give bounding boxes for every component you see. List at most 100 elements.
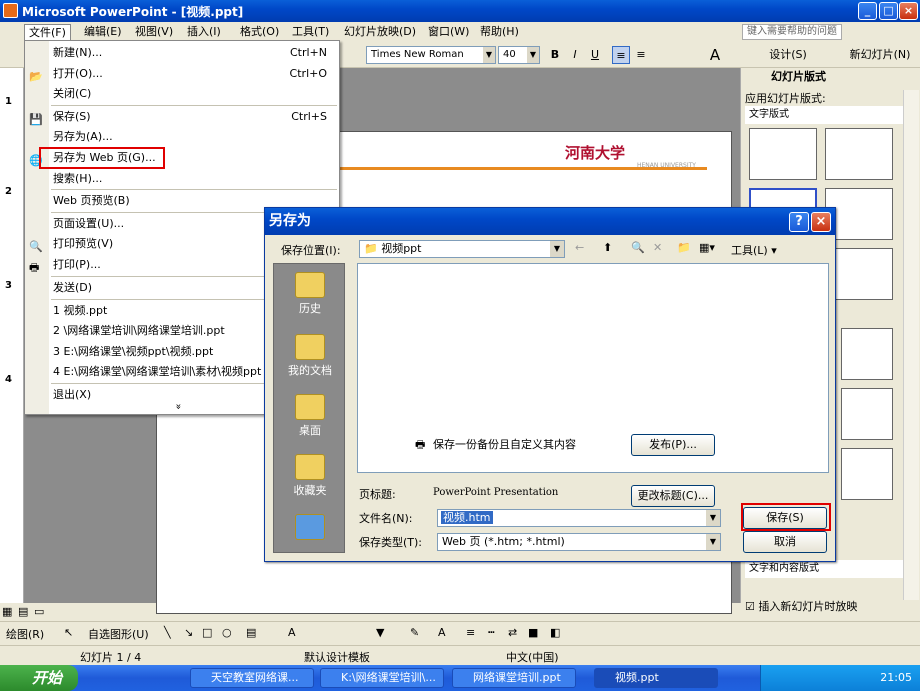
align-center-button[interactable]: ≡ bbox=[632, 46, 650, 64]
save-in-select[interactable]: 📁 视频ppt ▼ bbox=[359, 240, 565, 258]
font-size-value: 40 bbox=[503, 49, 516, 60]
select-arrow-icon[interactable]: ↖ bbox=[64, 626, 73, 639]
menu-item-close[interactable]: 关闭(C) bbox=[53, 84, 335, 104]
new-folder-icon[interactable]: 📁 bbox=[677, 241, 691, 254]
page-title-value: PowerPoint Presentation bbox=[433, 487, 559, 498]
fill-color-icon[interactable]: ▼ bbox=[376, 626, 384, 639]
slide-number[interactable]: 1 bbox=[5, 96, 12, 107]
menu-item-label: 保存(S) bbox=[53, 110, 91, 123]
search-web-icon[interactable]: 🔍 bbox=[631, 241, 645, 254]
slide-number[interactable]: 2 bbox=[5, 186, 12, 197]
page-title-label: 页标题: bbox=[359, 488, 396, 501]
font-size-select[interactable]: 40 ▼ bbox=[498, 46, 540, 64]
menu-item-save-as[interactable]: 另存为(A)... bbox=[53, 127, 335, 147]
menu-item-label: 2 \网络课堂培训\网络课堂培训.ppt bbox=[53, 324, 225, 337]
menu-format[interactable]: 格式(O) bbox=[236, 24, 283, 40]
back-icon[interactable]: ← bbox=[575, 241, 584, 254]
folder-icon: 📁 bbox=[364, 242, 378, 255]
line-icon[interactable]: ╲ bbox=[164, 626, 171, 639]
layout-title-slide[interactable] bbox=[749, 128, 817, 180]
menu-tools[interactable]: 工具(T) bbox=[288, 24, 333, 40]
draw-menu-button[interactable]: 绘图(R) bbox=[6, 626, 44, 642]
shadow-icon[interactable]: ■ bbox=[528, 626, 538, 639]
place-my-documents[interactable]: 我的文档 bbox=[274, 334, 346, 378]
line-color-icon[interactable]: ✎ bbox=[410, 626, 419, 639]
filetype-select[interactable]: Web 页 (*.htm; *.html) ▼ bbox=[437, 533, 721, 551]
publish-button[interactable]: 发布(P)... bbox=[631, 434, 715, 456]
layout-content[interactable] bbox=[841, 388, 893, 440]
slide-number[interactable]: 4 bbox=[5, 374, 12, 385]
maximize-button[interactable]: □ bbox=[879, 2, 898, 20]
places-bar: 历史 我的文档 桌面 收藏夹 bbox=[273, 263, 345, 553]
menu-insert[interactable]: 插入(I) bbox=[183, 24, 225, 40]
task-pane-scrollbar[interactable] bbox=[903, 90, 919, 600]
place-history[interactable]: 历史 bbox=[274, 272, 346, 316]
menu-item-new[interactable]: 新建(N)... Ctrl+N bbox=[53, 43, 335, 63]
wordart-icon[interactable]: A bbox=[288, 626, 296, 639]
minimize-button[interactable]: _ bbox=[858, 2, 877, 20]
menu-help[interactable]: 帮助(H) bbox=[476, 24, 523, 40]
font-name-select[interactable]: Times New Roman ▼ bbox=[366, 46, 496, 64]
tools-menu[interactable]: 工具(L) ▾ bbox=[731, 242, 777, 258]
autoshapes-menu-button[interactable]: 自选图形(U) bbox=[88, 626, 149, 642]
menu-view[interactable]: 视图(V) bbox=[131, 24, 177, 40]
start-button[interactable]: 开始 bbox=[0, 665, 78, 691]
place-network[interactable] bbox=[274, 514, 346, 542]
italic-button[interactable]: I bbox=[566, 46, 584, 64]
menu-window[interactable]: 窗口(W) bbox=[424, 24, 473, 40]
chevron-down-icon: ▼ bbox=[527, 47, 539, 63]
help-search-input[interactable]: 键入需要帮助的问题 bbox=[742, 24, 842, 40]
3d-icon[interactable]: ◧ bbox=[550, 626, 560, 639]
taskbar-item[interactable]: K:\网络课堂培训\... bbox=[320, 668, 444, 688]
taskbar-item[interactable]: 天空教室网络课... bbox=[190, 668, 314, 688]
textbox-icon[interactable]: ▤ bbox=[246, 626, 256, 639]
chevron-down-icon: ▼ bbox=[706, 534, 720, 550]
cancel-button[interactable]: 取消 bbox=[743, 531, 827, 553]
layout-content[interactable] bbox=[841, 448, 893, 500]
layout-content[interactable] bbox=[841, 328, 893, 380]
underline-button[interactable]: U bbox=[586, 46, 604, 64]
menu-file[interactable]: 文件(F) bbox=[24, 24, 71, 40]
views-icon[interactable]: ▦▾ bbox=[699, 241, 715, 254]
new-slide-button[interactable]: 新幻灯片(N) bbox=[840, 46, 920, 64]
show-on-insert-checkbox[interactable]: ☑ 插入新幻灯片时放映 bbox=[745, 598, 915, 614]
help-button[interactable]: ? bbox=[789, 212, 809, 232]
change-title-button[interactable]: 更改标题(C)... bbox=[631, 485, 715, 507]
menu-item-save[interactable]: 💾 保存(S) Ctrl+S bbox=[29, 107, 335, 127]
menu-item-search[interactable]: 搜索(H)... bbox=[53, 169, 335, 189]
expand-menu-chevron-icon[interactable]: » bbox=[173, 403, 184, 409]
taskbar-item[interactable]: 网络课堂培训.ppt bbox=[452, 668, 576, 688]
up-folder-icon[interactable]: ⬆ bbox=[603, 241, 612, 254]
oval-icon[interactable]: ○ bbox=[222, 626, 232, 639]
delete-icon[interactable]: ✕ bbox=[653, 241, 662, 254]
dialog-close-button[interactable]: × bbox=[811, 212, 831, 232]
layout-title-only[interactable] bbox=[825, 128, 893, 180]
close-button[interactable]: × bbox=[899, 2, 918, 20]
slide-number[interactable]: 3 bbox=[5, 280, 12, 291]
filename-input[interactable]: 视频.htm ▼ bbox=[437, 509, 721, 527]
place-desktop[interactable]: 桌面 bbox=[274, 394, 346, 438]
place-favorites[interactable]: 收藏夹 bbox=[274, 454, 346, 498]
dash-style-icon[interactable]: ┅ bbox=[488, 626, 495, 639]
design-button[interactable]: 设计(S) bbox=[758, 46, 818, 64]
rectangle-icon[interactable]: □ bbox=[202, 626, 212, 639]
line-style-icon[interactable]: ≡ bbox=[466, 626, 475, 639]
menu-slideshow[interactable]: 幻灯片放映(D) bbox=[340, 24, 420, 40]
taskbar-item-active[interactable]: 视频.ppt bbox=[594, 668, 718, 688]
font-color-icon[interactable]: A bbox=[438, 626, 446, 639]
menu-edit[interactable]: 编辑(E) bbox=[80, 24, 126, 40]
place-label: 收藏夹 bbox=[293, 484, 327, 497]
favorites-icon bbox=[295, 454, 325, 480]
normal-view-icon[interactable]: ▦ bbox=[2, 605, 12, 618]
arrow-style-icon[interactable]: ⇄ bbox=[508, 626, 517, 639]
menu-item-open[interactable]: 📂 打开(O)... Ctrl+O bbox=[29, 64, 335, 84]
menu-item-label: 打开(O)... bbox=[53, 67, 103, 80]
file-list[interactable] bbox=[357, 263, 829, 473]
menu-item-label: 退出(X) bbox=[53, 388, 92, 401]
font-increase-icon[interactable]: A bbox=[706, 46, 724, 64]
align-left-button[interactable]: ≡ bbox=[612, 46, 630, 64]
bold-button[interactable]: B bbox=[546, 46, 564, 64]
slideshow-view-icon[interactable]: ▭ bbox=[34, 605, 44, 618]
sorter-view-icon[interactable]: ▤ bbox=[18, 605, 28, 618]
arrow-icon[interactable]: ↘ bbox=[184, 626, 193, 639]
